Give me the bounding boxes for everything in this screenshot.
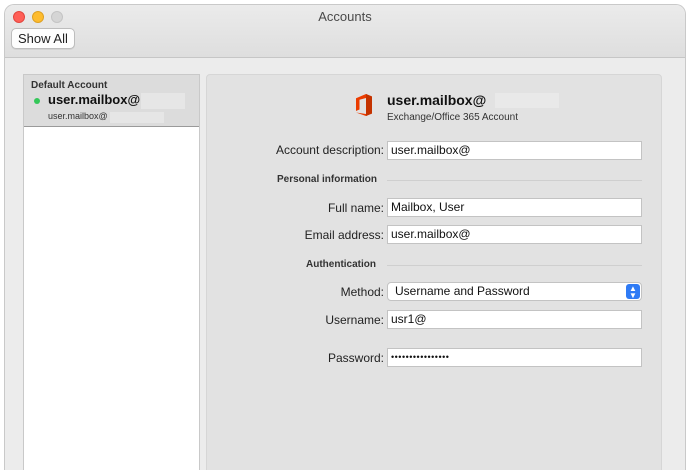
show-all-button[interactable]: Show All xyxy=(11,28,75,49)
email-address-field[interactable]: user.mailbox@ xyxy=(387,225,642,244)
full-name-label: Full name: xyxy=(327,201,384,215)
account-type-label: Exchange/Office 365 Account xyxy=(387,112,519,123)
full-name-field[interactable]: Mailbox, User xyxy=(387,198,642,217)
account-list-item[interactable]: Default Account user.mailbox@ user.mailb… xyxy=(24,75,199,127)
email-address-label: Email address: xyxy=(304,228,384,242)
personal-info-section-header: Personal information xyxy=(277,174,378,185)
account-name: user.mailbox@ xyxy=(48,92,141,107)
username-field[interactable]: usr1@ xyxy=(387,310,642,329)
account-description-field[interactable]: user.mailbox@ xyxy=(387,141,642,160)
redacted-block xyxy=(110,112,164,123)
redacted-block xyxy=(495,93,559,108)
title-bar: Accounts Show All xyxy=(5,5,685,58)
account-description-label: Account description: xyxy=(275,143,384,157)
account-email: user.mailbox@ xyxy=(48,111,108,121)
method-select[interactable]: Username and Password ▲ ▼ xyxy=(387,282,642,301)
authentication-section-header: Authentication xyxy=(306,259,376,270)
account-detail-panel: user.mailbox@ Exchange/Office 365 Accoun… xyxy=(206,74,662,470)
chevron-updown-icon: ▲ ▼ xyxy=(626,284,640,300)
divider xyxy=(387,180,642,181)
default-account-header: Default Account xyxy=(31,80,108,91)
redacted-block xyxy=(141,93,185,109)
online-status-icon xyxy=(34,98,40,104)
accounts-sidebar: Default Account user.mailbox@ user.mailb… xyxy=(23,74,200,470)
window-title: Accounts xyxy=(318,9,372,24)
accounts-window: Accounts Show All Default Account user.m… xyxy=(5,5,685,470)
method-select-value: Username and Password xyxy=(395,284,530,298)
username-label: Username: xyxy=(325,313,384,327)
header-account-name: user.mailbox@ xyxy=(387,92,487,108)
method-label: Method: xyxy=(340,285,384,299)
password-label: Password: xyxy=(327,351,384,365)
divider xyxy=(387,265,642,266)
password-field[interactable]: •••••••••••••••• xyxy=(387,348,642,367)
office-365-icon xyxy=(356,94,372,116)
